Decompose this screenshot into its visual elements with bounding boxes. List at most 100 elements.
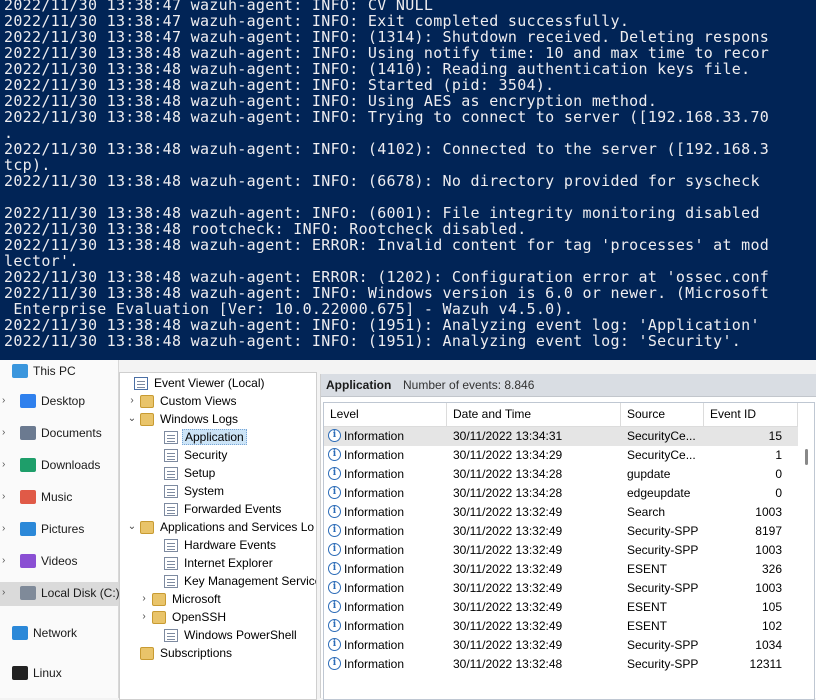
tree-item-label: Subscriptions [160, 646, 233, 660]
event-datetime: 30/11/2022 13:34:28 [453, 486, 563, 500]
event-source: Search [627, 505, 666, 519]
chevron-right-icon[interactable]: › [2, 523, 5, 534]
column-header-event-id[interactable]: Event ID [704, 403, 798, 427]
folder-icon [152, 593, 166, 606]
event-row[interactable]: i Information 30/11/2022 13:32:49 ESENT 102 [324, 617, 798, 636]
event-row[interactable]: i Information 30/11/2022 13:32:49 Security-… [324, 522, 798, 541]
event-source: edgeupdate [627, 486, 691, 500]
desktop-folder-icon [20, 394, 36, 408]
event-level: Information [344, 600, 405, 614]
scrollbar-thumb[interactable] [805, 449, 808, 465]
event-row[interactable]: i Information 30/11/2022 13:34:28 gupdate 0 [324, 465, 798, 484]
drive-icon [20, 586, 36, 600]
console-line: Enterprise Evaluation [Ver: 10.0.22000.6… [4, 300, 574, 318]
console-line: lector'. [4, 252, 79, 270]
information-icon: i [328, 600, 341, 613]
chevron-right-icon[interactable]: › [2, 491, 5, 502]
chevron-right-icon[interactable]: › [2, 587, 5, 598]
information-icon: i [328, 467, 341, 480]
event-list-header: Application Number of events: 8.846 [321, 374, 816, 397]
tree-item-label: Key Management Service [184, 574, 317, 588]
event-source: SecurityCe... [627, 429, 696, 443]
tree-item-label: OpenSSH [172, 610, 227, 624]
nav-item-network[interactable]: Network [0, 622, 118, 646]
chevron-right-icon[interactable]: › [2, 427, 5, 438]
nav-item-documents[interactable]: › Documents [0, 422, 118, 446]
event-row[interactable]: i Information 30/11/2022 13:32:48 Security-… [324, 655, 798, 674]
nav-item-music[interactable]: › Music [0, 486, 118, 510]
event-level: Information [344, 562, 405, 576]
nav-item-label: Downloads [41, 458, 101, 472]
collapse-icon[interactable]: ⌄ [126, 521, 138, 532]
nav-item-videos[interactable]: › Videos [0, 550, 118, 574]
console-line: 2022/11/30 13:38:48 wazuh-agent: INFO: W… [4, 284, 770, 302]
console-line: 2022/11/30 13:38:48 wazuh-agent: INFO: (… [4, 140, 770, 158]
event-row[interactable]: i Information 30/11/2022 13:32:49 Security-… [324, 579, 798, 598]
column-header-source[interactable]: Source [621, 403, 704, 427]
column-header-level[interactable]: Level [324, 403, 447, 427]
information-icon: i [328, 619, 341, 632]
nav-item-label: Network [33, 626, 78, 640]
console-line: . [4, 124, 14, 142]
event-datetime: 30/11/2022 13:34:29 [453, 448, 563, 462]
console-line: tcp). [4, 156, 51, 174]
collapse-icon[interactable]: ⌄ [126, 413, 138, 424]
chevron-right-icon[interactable]: › [2, 459, 5, 470]
tree-item-label: System [184, 484, 225, 498]
console-line: 2022/11/30 13:38:48 wazuh-agent: ERROR: … [4, 236, 770, 254]
event-source: Security-SPP [627, 657, 699, 671]
event-row[interactable]: i Information 30/11/2022 13:32:49 Search 100… [324, 503, 798, 522]
event-source: Security-SPP [627, 581, 699, 595]
event-source: Security-SPP [627, 543, 699, 557]
tree-item-label: Forwarded Events [184, 502, 282, 516]
nav-item-local-disk-c[interactable]: › Local Disk (C:) [0, 582, 120, 606]
console-line: 2022/11/30 13:38:48 wazuh-agent: ERROR: … [4, 268, 770, 286]
event-row[interactable]: i Information 30/11/2022 13:34:29 SecurityC… [324, 446, 798, 465]
expand-icon[interactable]: › [138, 611, 150, 622]
event-row[interactable]: i Information 30/11/2022 13:32:49 Security-… [324, 636, 798, 655]
tree-item-label: Applications and Services Lo [160, 520, 315, 534]
pictures-icon [20, 522, 36, 536]
nav-item-downloads[interactable]: › Downloads [0, 454, 118, 478]
information-icon: i [328, 429, 341, 442]
column-header-date-and-time[interactable]: Date and Time [447, 403, 621, 427]
event-datetime: 30/11/2022 13:32:49 [453, 581, 563, 595]
nav-item-label: Videos [41, 554, 78, 568]
event-id: 15 [768, 429, 782, 443]
event-row[interactable]: i Information 30/11/2022 13:32:49 ESENT 105 [324, 598, 798, 617]
event-level: Information [344, 524, 405, 538]
log-icon [164, 503, 178, 516]
event-source: ESENT [627, 600, 668, 614]
chevron-right-icon[interactable]: › [2, 395, 5, 406]
event-id: 105 [761, 600, 782, 614]
nav-item-label: Linux [33, 666, 62, 680]
event-datetime: 30/11/2022 13:32:49 [453, 638, 563, 652]
tree-item-label: Windows PowerShell [184, 628, 297, 642]
event-datetime: 30/11/2022 13:34:28 [453, 467, 563, 481]
event-row[interactable]: i Information 30/11/2022 13:34:28 edgeupdat… [324, 484, 798, 503]
console-line: 2022/11/30 13:38:48 wazuh-agent: INFO: (… [4, 332, 742, 350]
nav-item-pictures[interactable]: › Pictures [0, 518, 118, 542]
event-grid: Level Date and Time Source Event ID i Inform… [323, 402, 815, 700]
expand-icon[interactable]: › [138, 593, 150, 604]
vertical-scrollbar[interactable] [800, 427, 814, 699]
chevron-right-icon[interactable]: › [2, 555, 5, 566]
event-row[interactable]: i Information 30/11/2022 13:32:49 Security-… [324, 541, 798, 560]
nav-item-linux[interactable]: Linux [0, 662, 118, 686]
event-id: 1 [775, 448, 782, 462]
event-row[interactable]: i Information 30/11/2022 13:34:31 SecurityC… [324, 427, 798, 446]
nav-item-this-pc[interactable]: This PC [0, 360, 118, 384]
event-source: Security-SPP [627, 638, 699, 652]
expand-icon[interactable]: › [126, 395, 138, 406]
log-icon [164, 485, 178, 498]
folder-icon [140, 395, 154, 408]
event-level: Information [344, 486, 405, 500]
nav-item-desktop[interactable]: › Desktop [0, 390, 118, 414]
tree-item-label: Setup [184, 466, 216, 480]
event-row[interactable]: i Information 30/11/2022 13:32:49 ESENT 326 [324, 560, 798, 579]
event-source: SecurityCe... [627, 448, 696, 462]
console-window[interactable]: 2022/11/30 13:38:47 wazuh-agent: INFO: C… [0, 0, 816, 360]
event-datetime: 30/11/2022 13:32:49 [453, 619, 563, 633]
event-id: 326 [761, 562, 782, 576]
event-level: Information [344, 505, 405, 519]
